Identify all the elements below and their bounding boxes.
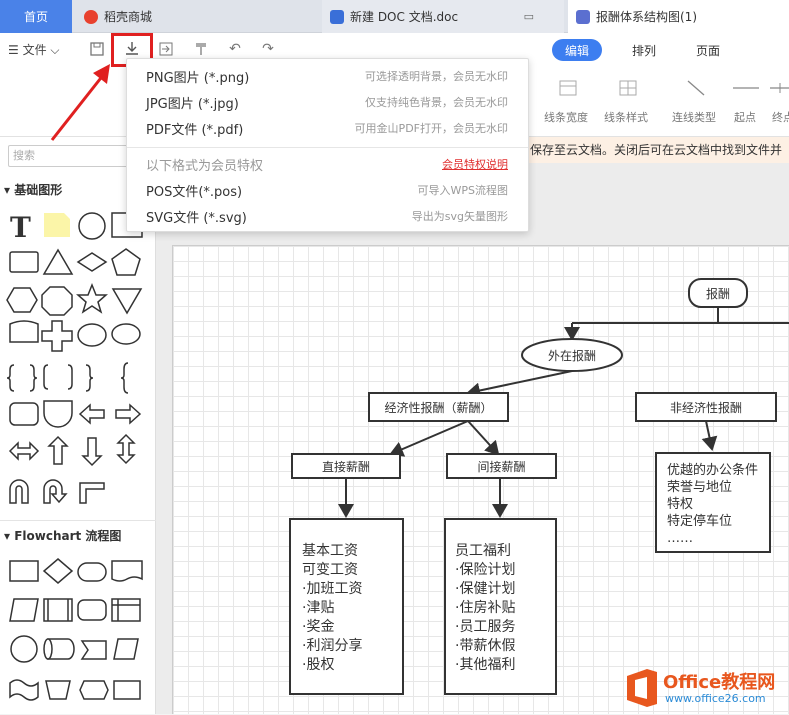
red-annotation-arrow (50, 64, 110, 141)
node-non-economic[interactable]: 非经济性报酬 (636, 393, 776, 421)
watermark-brand: Office教程网 (663, 672, 776, 693)
export-svg-item[interactable]: SVG文件 (*.svg) 导出为svg矢量图形 (127, 203, 528, 229)
list-item: 优越的办公条件 (667, 463, 759, 478)
direct-list[interactable]: 基本工资可变工资 ·加班工资 ·津贴 ·奖金 ·利润分享 ·股权 (302, 542, 362, 675)
list-item: ·带薪休假 (455, 638, 516, 654)
office-logo-icon (627, 669, 657, 707)
list-item: ·加班工资 (302, 581, 363, 597)
indirect-list[interactable]: 员工福利 ·保险计划 ·保健计划 ·住房补贴 ·员工服务 ·带薪休假 ·其他福利 (455, 542, 515, 675)
list-item: ·奖金 (302, 619, 335, 635)
flowchart-shapes-grid[interactable] (0, 551, 150, 714)
export-svg-desc: 导出为svg矢量图形 (411, 210, 508, 223)
list-item: ·其他福利 (455, 657, 516, 673)
watermark-url: www.office26.com (665, 692, 766, 705)
list-item: …… (667, 531, 693, 546)
list-item: 可变工资 (302, 562, 358, 578)
basic-shapes-grid[interactable]: T (0, 203, 150, 523)
list-item: ·股权 (302, 657, 335, 673)
list-item: ·利润分享 (302, 638, 363, 654)
non-econ-list[interactable]: 优越的办公条件 荣誉与地位特权特定停车位 …… (667, 462, 758, 547)
export-svg-label: SVG文件 (*.svg) (146, 210, 247, 226)
watermark: Office教程网 www.office26.com (625, 664, 789, 714)
list-item: ·津贴 (302, 600, 335, 616)
section-divider (0, 520, 156, 521)
node-indirect[interactable]: 间接薪酬 (447, 454, 556, 478)
list-item: ·保健计划 (455, 581, 516, 597)
node-economic[interactable]: 经济性报酬（薪酬） (369, 393, 508, 421)
list-item: ·保险计划 (455, 562, 516, 578)
node-external[interactable]: 外在报酬 (522, 339, 622, 371)
svg-text:T: T (10, 211, 31, 244)
list-item: 特定停车位 (667, 514, 733, 529)
list-item: ·员工服务 (455, 619, 516, 635)
list-item: 特权 (667, 497, 694, 512)
list-item: ·住房补贴 (455, 600, 516, 616)
list-item: 基本工资 (302, 543, 358, 559)
node-root[interactable]: 报酬 (689, 279, 747, 307)
diagram-page[interactable]: 报酬 外在报酬 经济性报酬（薪酬） 非经济性报酬 直接薪酬 间接薪酬 基本工资可… (172, 245, 789, 714)
section-flowchart[interactable]: ▾ Flowchart 流程图 (4, 527, 121, 544)
list-item: 荣誉与地位 (667, 480, 733, 495)
list-item: 员工福利 (455, 543, 511, 559)
node-direct[interactable]: 直接薪酬 (292, 454, 400, 478)
